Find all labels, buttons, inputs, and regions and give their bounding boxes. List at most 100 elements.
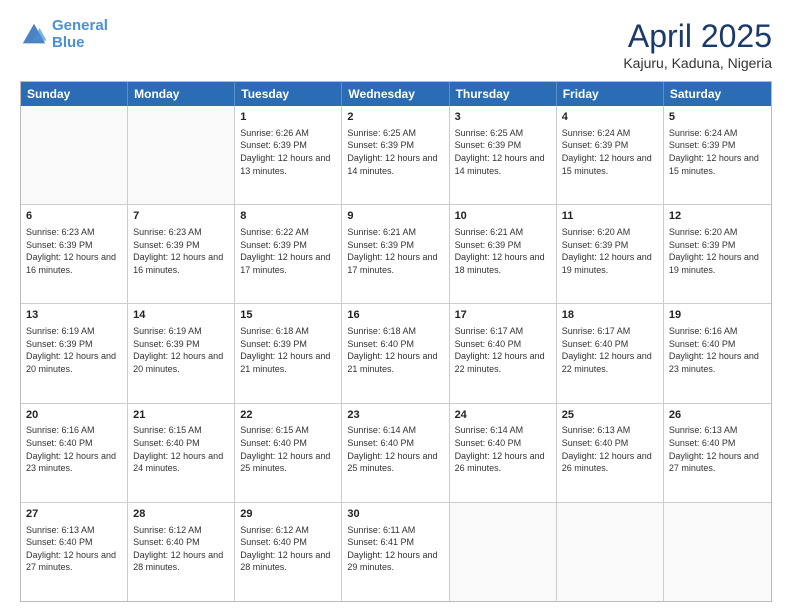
sun-info: Sunrise: 6:16 AM Sunset: 6:40 PM Dayligh… <box>26 424 122 474</box>
day-number: 30 <box>347 507 443 522</box>
page: General Blue April 2025 Kajuru, Kaduna, … <box>0 0 792 612</box>
day-number: 5 <box>669 110 766 125</box>
sun-info: Sunrise: 6:17 AM Sunset: 6:40 PM Dayligh… <box>562 325 658 375</box>
day-number: 20 <box>26 408 122 423</box>
weekday-header-monday: Monday <box>128 82 235 106</box>
sun-info: Sunrise: 6:21 AM Sunset: 6:39 PM Dayligh… <box>347 226 443 276</box>
calendar-row-1: 1Sunrise: 6:26 AM Sunset: 6:39 PM Daylig… <box>21 106 771 205</box>
day-number: 15 <box>240 308 336 323</box>
day-cell-16: 16 Sunrise: 6:18 AM Sunset: 6:40 PM Dayli… <box>342 304 449 402</box>
day-cell-9: 9 Sunrise: 6:21 AM Sunset: 6:39 PM Daylig… <box>342 205 449 303</box>
day-cell-17: 17 Sunrise: 6:17 AM Sunset: 6:40 PM Dayli… <box>450 304 557 402</box>
calendar-body: 1Sunrise: 6:26 AM Sunset: 6:39 PM Daylig… <box>21 106 771 601</box>
sun-info: Sunrise: 6:15 AM Sunset: 6:40 PM Dayligh… <box>240 424 336 474</box>
sun-info: Sunrise: 6:14 AM Sunset: 6:40 PM Dayligh… <box>347 424 443 474</box>
day-cell-14: 14 Sunrise: 6:19 AM Sunset: 6:39 PM Dayli… <box>128 304 235 402</box>
day-number: 23 <box>347 408 443 423</box>
day-cell-22: 22Sunrise: 6:15 AM Sunset: 6:40 PM Dayli… <box>235 404 342 502</box>
logo-icon <box>20 21 48 49</box>
day-number: 13 <box>26 308 122 323</box>
sun-info: Sunrise: 6:20 AM Sunset: 6:39 PM Dayligh… <box>562 226 658 276</box>
day-number: 28 <box>133 507 229 522</box>
day-number: 11 <box>562 209 658 224</box>
day-cell-21: 21Sunrise: 6:15 AM Sunset: 6:40 PM Dayli… <box>128 404 235 502</box>
empty-cell <box>664 503 771 601</box>
calendar: SundayMondayTuesdayWednesdayThursdayFrid… <box>20 81 772 602</box>
sun-info: Sunrise: 6:18 AM Sunset: 6:40 PM Dayligh… <box>347 325 443 375</box>
day-number: 26 <box>669 408 766 423</box>
sun-info: Sunrise: 6:13 AM Sunset: 6:40 PM Dayligh… <box>562 424 658 474</box>
day-number: 9 <box>347 209 443 224</box>
logo-text: General Blue <box>52 18 108 51</box>
day-number: 14 <box>133 308 229 323</box>
weekday-header-sunday: Sunday <box>21 82 128 106</box>
day-cell-25: 25Sunrise: 6:13 AM Sunset: 6:40 PM Dayli… <box>557 404 664 502</box>
day-cell-24: 24Sunrise: 6:14 AM Sunset: 6:40 PM Dayli… <box>450 404 557 502</box>
day-number: 18 <box>562 308 658 323</box>
title-area: April 2025 Kajuru, Kaduna, Nigeria <box>623 18 772 71</box>
sun-info: Sunrise: 6:26 AM Sunset: 6:39 PM Dayligh… <box>240 127 336 177</box>
day-cell-5: 5 Sunrise: 6:24 AM Sunset: 6:39 PM Daylig… <box>664 106 771 204</box>
day-cell-11: 11 Sunrise: 6:20 AM Sunset: 6:39 PM Dayli… <box>557 205 664 303</box>
header: General Blue April 2025 Kajuru, Kaduna, … <box>20 18 772 71</box>
day-number: 16 <box>347 308 443 323</box>
day-number: 17 <box>455 308 551 323</box>
day-number: 10 <box>455 209 551 224</box>
sun-info: Sunrise: 6:11 AM Sunset: 6:41 PM Dayligh… <box>347 524 443 574</box>
calendar-row-4: 20Sunrise: 6:16 AM Sunset: 6:40 PM Dayli… <box>21 404 771 503</box>
day-cell-29: 29Sunrise: 6:12 AM Sunset: 6:40 PM Dayli… <box>235 503 342 601</box>
logo: General Blue <box>20 18 108 51</box>
day-cell-26: 26Sunrise: 6:13 AM Sunset: 6:40 PM Dayli… <box>664 404 771 502</box>
sun-info: Sunrise: 6:12 AM Sunset: 6:40 PM Dayligh… <box>133 524 229 574</box>
calendar-row-3: 13 Sunrise: 6:19 AM Sunset: 6:39 PM Dayli… <box>21 304 771 403</box>
sun-info: Sunrise: 6:19 AM Sunset: 6:39 PM Dayligh… <box>26 325 122 375</box>
day-number: 22 <box>240 408 336 423</box>
weekday-header-tuesday: Tuesday <box>235 82 342 106</box>
sun-info: Sunrise: 6:24 AM Sunset: 6:39 PM Dayligh… <box>669 127 766 177</box>
empty-cell <box>128 106 235 204</box>
sun-info: Sunrise: 6:20 AM Sunset: 6:39 PM Dayligh… <box>669 226 766 276</box>
empty-cell <box>21 106 128 204</box>
day-cell-1: 1Sunrise: 6:26 AM Sunset: 6:39 PM Daylig… <box>235 106 342 204</box>
day-cell-13: 13 Sunrise: 6:19 AM Sunset: 6:39 PM Dayli… <box>21 304 128 402</box>
weekday-header-friday: Friday <box>557 82 664 106</box>
sun-info: Sunrise: 6:23 AM Sunset: 6:39 PM Dayligh… <box>26 226 122 276</box>
day-cell-8: 8 Sunrise: 6:22 AM Sunset: 6:39 PM Daylig… <box>235 205 342 303</box>
day-cell-6: 6 Sunrise: 6:23 AM Sunset: 6:39 PM Daylig… <box>21 205 128 303</box>
day-number: 12 <box>669 209 766 224</box>
calendar-header: SundayMondayTuesdayWednesdayThursdayFrid… <box>21 82 771 106</box>
day-number: 3 <box>455 110 551 125</box>
sun-info: Sunrise: 6:14 AM Sunset: 6:40 PM Dayligh… <box>455 424 551 474</box>
day-cell-23: 23Sunrise: 6:14 AM Sunset: 6:40 PM Dayli… <box>342 404 449 502</box>
empty-cell <box>450 503 557 601</box>
day-number: 8 <box>240 209 336 224</box>
day-cell-12: 12 Sunrise: 6:20 AM Sunset: 6:39 PM Dayli… <box>664 205 771 303</box>
day-cell-28: 28 Sunrise: 6:12 AM Sunset: 6:40 PM Dayli… <box>128 503 235 601</box>
month-title: April 2025 <box>623 18 772 55</box>
day-number: 21 <box>133 408 229 423</box>
empty-cell <box>557 503 664 601</box>
sun-info: Sunrise: 6:21 AM Sunset: 6:39 PM Dayligh… <box>455 226 551 276</box>
day-cell-30: 30 Sunrise: 6:11 AM Sunset: 6:41 PM Dayli… <box>342 503 449 601</box>
sun-info: Sunrise: 6:13 AM Sunset: 6:40 PM Dayligh… <box>669 424 766 474</box>
calendar-row-5: 27Sunrise: 6:13 AM Sunset: 6:40 PM Dayli… <box>21 503 771 601</box>
day-cell-20: 20Sunrise: 6:16 AM Sunset: 6:40 PM Dayli… <box>21 404 128 502</box>
day-number: 6 <box>26 209 122 224</box>
sun-info: Sunrise: 6:23 AM Sunset: 6:39 PM Dayligh… <box>133 226 229 276</box>
sun-info: Sunrise: 6:25 AM Sunset: 6:39 PM Dayligh… <box>347 127 443 177</box>
sun-info: Sunrise: 6:19 AM Sunset: 6:39 PM Dayligh… <box>133 325 229 375</box>
day-cell-18: 18 Sunrise: 6:17 AM Sunset: 6:40 PM Dayli… <box>557 304 664 402</box>
sun-info: Sunrise: 6:22 AM Sunset: 6:39 PM Dayligh… <box>240 226 336 276</box>
weekday-header-saturday: Saturday <box>664 82 771 106</box>
sun-info: Sunrise: 6:17 AM Sunset: 6:40 PM Dayligh… <box>455 325 551 375</box>
sun-info: Sunrise: 6:16 AM Sunset: 6:40 PM Dayligh… <box>669 325 766 375</box>
day-number: 7 <box>133 209 229 224</box>
day-number: 2 <box>347 110 443 125</box>
day-number: 4 <box>562 110 658 125</box>
day-cell-19: 19Sunrise: 6:16 AM Sunset: 6:40 PM Dayli… <box>664 304 771 402</box>
sun-info: Sunrise: 6:13 AM Sunset: 6:40 PM Dayligh… <box>26 524 122 574</box>
location: Kajuru, Kaduna, Nigeria <box>623 55 772 71</box>
day-cell-27: 27Sunrise: 6:13 AM Sunset: 6:40 PM Dayli… <box>21 503 128 601</box>
day-cell-15: 15Sunrise: 6:18 AM Sunset: 6:39 PM Dayli… <box>235 304 342 402</box>
weekday-header-wednesday: Wednesday <box>342 82 449 106</box>
